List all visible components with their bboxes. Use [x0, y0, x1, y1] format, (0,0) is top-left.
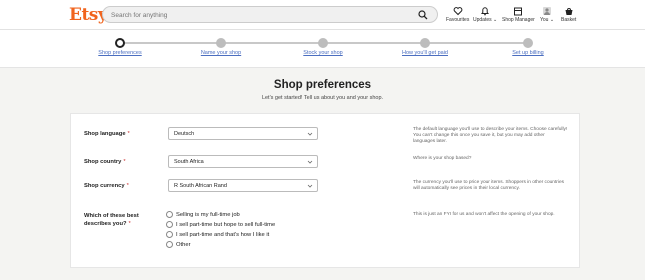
describe-you-label-line2: describes you?: [84, 221, 127, 227]
search-input[interactable]: [111, 9, 411, 21]
nav-you[interactable]: You ⌄: [540, 6, 554, 23]
top-header: Etsy Favourites Updates ⌄ Shop Manager: [0, 0, 645, 30]
shop-language-select[interactable]: Deutsch: [168, 127, 318, 140]
shop-currency-value: R South African Rand: [174, 183, 227, 189]
shop-country-label: Shop country *: [84, 158, 126, 166]
required-marker: *: [128, 221, 131, 227]
page-subtitle: Let's get started! Tell us about you and…: [261, 95, 384, 101]
shop-currency-label: Shop currency *: [84, 182, 129, 190]
nav-you-text: You: [540, 17, 549, 23]
step-how-youll-get-paid[interactable]: How you'll get paid: [402, 50, 448, 56]
shop-icon: [514, 7, 523, 16]
describe-option-1-label: Selling is my full-time job: [176, 211, 240, 218]
radio-button[interactable]: [166, 221, 173, 228]
nav-shop-manager-label: Shop Manager: [502, 17, 535, 23]
shop-language-label-text: Shop language: [84, 131, 126, 137]
nav-updates-label: Updates ⌄: [473, 17, 498, 23]
nav-favourites-label: Favourites: [446, 17, 470, 23]
step-stock-your-shop[interactable]: Stock your shop: [303, 50, 342, 56]
shop-language-label: Shop language *: [84, 130, 130, 138]
step-dot-stock-your-shop[interactable]: [318, 38, 328, 48]
step-dot-set-up-billing[interactable]: [523, 38, 533, 48]
step-dot-how-youll-get-paid[interactable]: [420, 38, 430, 48]
describe-option-4-label: Other: [176, 241, 191, 248]
describe-option-3-label: I sell part-time and that's how I like i…: [176, 231, 270, 238]
required-marker: *: [127, 131, 130, 137]
shop-country-help: Where is your shop based?: [413, 156, 472, 161]
nav-updates[interactable]: Updates ⌄: [473, 6, 497, 23]
describe-option-2-label: I sell part-time but hope to sell full-t…: [176, 221, 276, 228]
bell-icon: [481, 7, 490, 16]
shop-currency-help: The currency you'll use to price your it…: [413, 180, 565, 192]
describe-you-label: Which of these best describes you? *: [84, 212, 139, 228]
preferences-card: Shop language * Deutsch The default langu…: [70, 113, 580, 268]
shop-country-value: South Africa: [174, 159, 204, 165]
nav-updates-text: Updates: [473, 17, 492, 23]
describe-you-label-line1: Which of these best: [84, 213, 139, 219]
step-name-your-shop[interactable]: Name your shop: [201, 50, 241, 56]
step-dot-shop-preferences[interactable]: [115, 38, 125, 48]
setup-progress: Shop preferences Name your shop Stock yo…: [0, 30, 645, 68]
search-icon[interactable]: [418, 10, 428, 20]
radio-button[interactable]: [166, 231, 173, 238]
nav-shop-manager[interactable]: Shop Manager: [502, 6, 535, 23]
step-shop-preferences[interactable]: Shop preferences: [98, 50, 141, 56]
chevron-down-icon: [307, 184, 313, 188]
nav-you-label: You ⌄: [540, 17, 555, 23]
shop-language-value: Deutsch: [174, 131, 195, 137]
step-set-up-billing[interactable]: Set up billing: [512, 50, 544, 56]
describe-option-2[interactable]: I sell part-time but hope to sell full-t…: [166, 221, 275, 228]
heart-icon: [453, 7, 463, 16]
chevron-down-icon: [307, 160, 313, 164]
search-bar[interactable]: [102, 6, 438, 23]
radio-button[interactable]: [166, 211, 173, 218]
chevron-down-icon: [307, 132, 313, 136]
describe-option-3[interactable]: I sell part-time and that's how I like i…: [166, 231, 269, 238]
required-marker: *: [126, 183, 129, 189]
page-title: Shop preferences: [273, 79, 372, 91]
describe-you-help: This is just an FYI for us and won't aff…: [413, 212, 555, 217]
basket-icon: [565, 8, 573, 15]
nav-favourites[interactable]: Favourites: [446, 6, 469, 23]
required-marker: *: [123, 159, 126, 165]
shop-currency-label-text: Shop currency: [84, 183, 125, 189]
nav-basket[interactable]: Basket: [561, 6, 576, 23]
shop-country-label-text: Shop country: [84, 159, 122, 165]
describe-option-1[interactable]: Selling is my full-time job: [166, 211, 240, 218]
shop-currency-select[interactable]: R South African Rand: [168, 179, 318, 192]
avatar-icon: [543, 7, 552, 15]
shop-country-select[interactable]: South Africa: [168, 155, 318, 168]
step-dot-name-your-shop[interactable]: [216, 38, 226, 48]
nav-basket-label: Basket: [561, 17, 577, 23]
shop-language-help: The default language you'll use to descr…: [413, 127, 568, 145]
describe-option-4[interactable]: Other: [166, 241, 191, 248]
radio-button[interactable]: [166, 241, 173, 248]
